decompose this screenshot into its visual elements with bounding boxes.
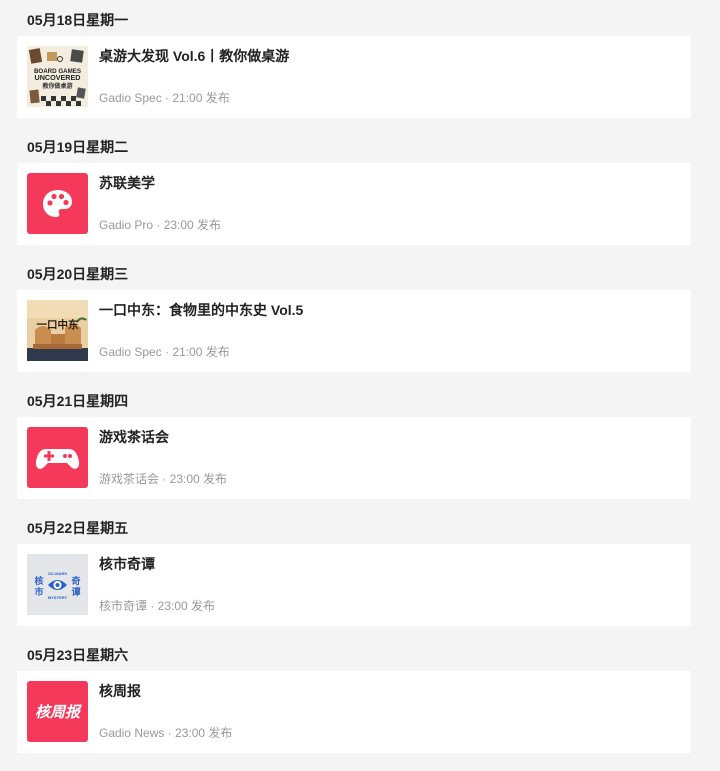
logo-char: 谭 xyxy=(71,587,80,598)
day-section: 05月20日星期三 一口中东 一口中东：食物里的中东史 Vol.5 Gadio … xyxy=(0,263,720,390)
middle-east-cover-art: 一口中东 xyxy=(27,300,88,361)
day-header: 05月20日星期三 xyxy=(27,266,129,282)
board-games-cover-art: BOARD GAMES UNCOVERED 教你做桌游 xyxy=(27,46,88,107)
episode-thumbnail: GC-MARS MYSTERY 核 市 奇 谭 xyxy=(27,554,88,615)
episode-meta: Gadio Pro · 23:00 发布 xyxy=(99,218,222,232)
logo-text-bottom: MYSTERY xyxy=(48,595,68,600)
logo-char: 奇 xyxy=(71,575,80,587)
palette-icon xyxy=(27,173,88,234)
day-section: 05月23日星期六 核周报 核周报 Gadio News · 23:00 发布 xyxy=(0,644,720,771)
episode-thumbnail: 核周报 xyxy=(27,681,88,742)
episode-meta: Gadio Spec · 21:00 发布 xyxy=(99,91,230,105)
day-header: 05月23日星期六 xyxy=(27,647,129,663)
episode-thumbnail xyxy=(27,173,88,234)
episode-title[interactable]: 一口中东：食物里的中东史 Vol.5 xyxy=(99,300,303,320)
episode-card[interactable]: 一口中东 一口中东：食物里的中东史 Vol.5 Gadio Spec · 21:… xyxy=(17,290,691,372)
episode-card[interactable]: 苏联美学 Gadio Pro · 23:00 发布 xyxy=(17,163,691,245)
day-section: 05月22日星期五 GC-MARS MYSTERY 核 市 奇 谭 核市奇谭 核… xyxy=(0,517,720,644)
episode-thumbnail: BOARD GAMES UNCOVERED 教你做桌游 xyxy=(27,46,88,107)
logo-char: 市 xyxy=(34,586,43,598)
logo-text: 核周报 xyxy=(35,703,82,721)
episode-thumbnail: 一口中东 xyxy=(27,300,88,361)
episode-thumbnail xyxy=(27,427,88,488)
mystery-eye-logo: GC-MARS MYSTERY 核 市 奇 谭 xyxy=(27,554,88,615)
day-header: 05月19日星期二 xyxy=(27,139,129,155)
episode-meta: Gadio News · 23:00 发布 xyxy=(99,726,233,740)
cover-text-line3: 教你做桌游 xyxy=(41,82,72,90)
logo-text-top: GC-MARS xyxy=(48,571,67,576)
day-header: 05月22日星期五 xyxy=(27,520,129,536)
episode-title[interactable]: 核周报 xyxy=(99,681,141,701)
episode-title[interactable]: 核市奇谭 xyxy=(99,554,155,574)
day-section: 05月21日星期四 游戏茶话会 游戏茶话会 · 23:00 发布 xyxy=(0,390,720,517)
cover-text: 一口中东 xyxy=(37,318,79,331)
episode-meta: 核市奇谭 · 23:00 发布 xyxy=(99,599,216,613)
day-section: 05月19日星期二 苏联美学 Gadio Pro · 23:00 发布 xyxy=(0,136,720,263)
logo-char: 核 xyxy=(34,575,43,587)
episode-title[interactable]: 游戏茶话会 xyxy=(99,427,169,447)
episode-meta: Gadio Spec · 21:00 发布 xyxy=(99,345,230,359)
news-logo: 核周报 xyxy=(27,681,88,742)
gamepad-icon xyxy=(27,427,88,488)
episode-card[interactable]: BOARD GAMES UNCOVERED 教你做桌游 桌游大发现 Vol.6丨… xyxy=(17,36,691,118)
episode-card[interactable]: 核周报 核周报 Gadio News · 23:00 发布 xyxy=(17,671,691,753)
day-header: 05月21日星期四 xyxy=(27,393,129,409)
day-section: 05月18日星期一 BOARD GAMES UNCOVERED 教你做桌游 桌游… xyxy=(0,9,720,136)
episode-meta: 游戏茶话会 · 23:00 发布 xyxy=(99,472,228,486)
day-header: 05月18日星期一 xyxy=(27,12,129,28)
episode-title[interactable]: 苏联美学 xyxy=(99,173,155,193)
episode-card[interactable]: 游戏茶话会 游戏茶话会 · 23:00 发布 xyxy=(17,417,691,499)
episode-title[interactable]: 桌游大发现 Vol.6丨教你做桌游 xyxy=(99,46,289,66)
episode-card[interactable]: GC-MARS MYSTERY 核 市 奇 谭 核市奇谭 核市奇谭 · 23:0… xyxy=(17,544,691,626)
release-schedule: 05月18日星期一 BOARD GAMES UNCOVERED 教你做桌游 桌游… xyxy=(0,0,720,765)
cover-text-line2: UNCOVERED xyxy=(35,73,81,82)
